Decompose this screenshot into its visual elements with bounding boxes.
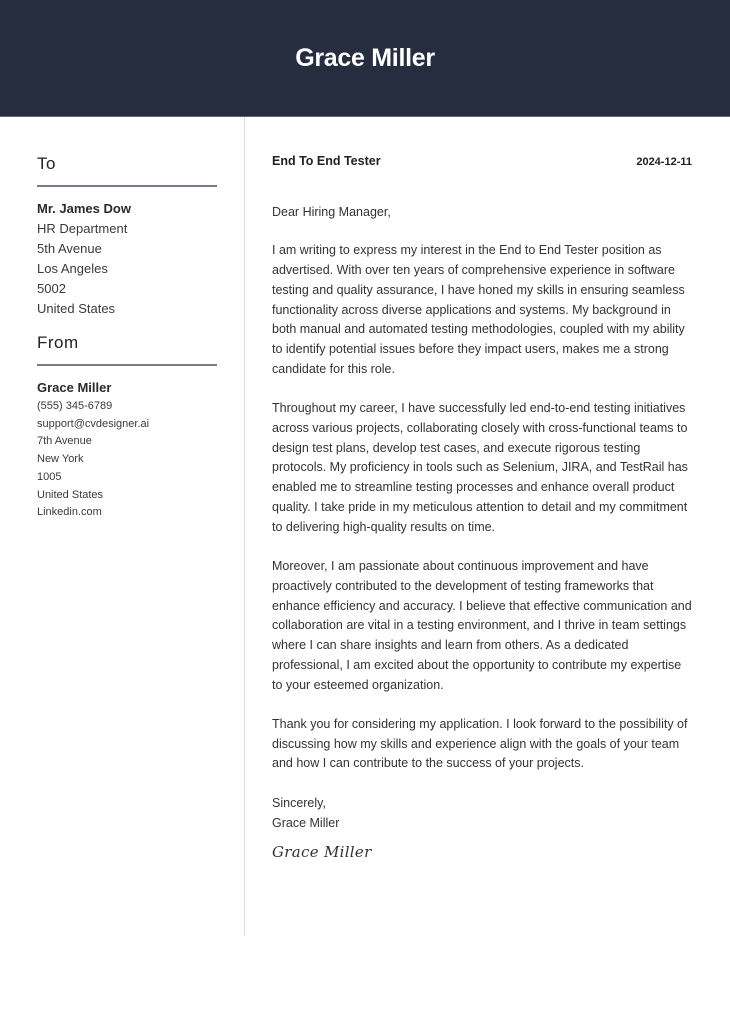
paragraph-motivation: Moreover, I am passionate about continuo… (272, 558, 692, 692)
job-title: End To End Tester (272, 154, 381, 168)
paragraph-closing: Thank you for considering my application… (272, 716, 688, 771)
closing-block: Sincerely, Grace Miller (272, 793, 692, 833)
closing-phrase: Sincerely, (272, 796, 326, 811)
salutation: Dear Hiring Manager, (272, 205, 391, 219)
letter-body: End To End Tester 2024-12-11 Dear Hiring… (272, 154, 692, 861)
recipient-section: To Mr. James Dow HR Department 5th Avenu… (37, 154, 217, 319)
sender-country: United States (37, 488, 104, 501)
from-rule (37, 364, 217, 366)
sender-email: support@cvdesigner.ai (37, 417, 150, 430)
page-header: Grace Miller (0, 0, 730, 117)
signature: Grace Miller (272, 843, 372, 862)
column-divider (244, 117, 245, 936)
recipient-country: United States (37, 301, 116, 316)
sender-name: Grace Miller (37, 380, 112, 395)
sender-city: New York (37, 453, 84, 466)
recipient-postcode: 5002 (37, 281, 66, 296)
sidebar: To Mr. James Dow HR Department 5th Avenu… (37, 154, 217, 522)
sender-linkedin: Linkedin.com (37, 506, 102, 519)
recipient-street: 5th Avenue (37, 241, 102, 256)
recipient-city: Los Angeles (37, 261, 108, 276)
to-heading: To (37, 154, 56, 173)
applicant-name: Grace Miller (295, 43, 435, 72)
sender-phone: (555) 345-6789 (37, 400, 113, 412)
from-heading: From (37, 333, 79, 352)
paragraph-experience: Throughout my career, I have successfull… (272, 400, 688, 534)
letter-meta: End To End Tester 2024-12-11 (272, 154, 692, 172)
to-rule (37, 185, 217, 187)
sender-postcode: 1005 (37, 470, 62, 483)
paragraph-intro: I am writing to express my interest in t… (272, 243, 685, 377)
letter-date: 2024-12-11 (636, 156, 692, 168)
sender-section: From Grace Miller (555) 345-6789 support… (37, 333, 217, 522)
closing-name: Grace Miller (272, 816, 340, 831)
recipient-department: HR Department (37, 221, 128, 236)
sender-street: 7th Avenue (37, 435, 92, 448)
recipient-name: Mr. James Dow (37, 201, 131, 216)
